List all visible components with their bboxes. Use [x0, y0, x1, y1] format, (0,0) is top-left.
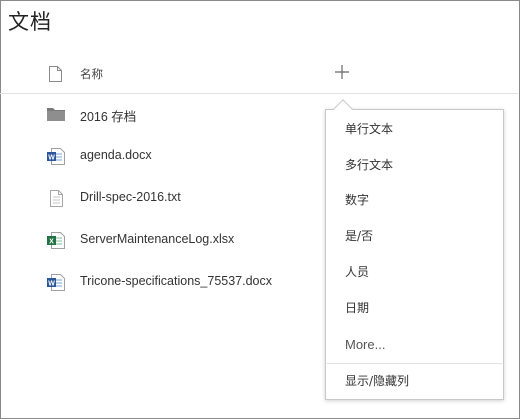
column-header-row: 名称 [0, 54, 518, 94]
menu-item-yes-no[interactable]: 是/否 [326, 221, 503, 251]
svg-text:W: W [48, 154, 55, 161]
word-doc-icon: W [47, 274, 65, 295]
file-type-icon [49, 66, 62, 86]
file-name[interactable]: Drill-spec-2016.txt [80, 190, 181, 204]
menu-item-show-hide-columns[interactable]: 显示/隐藏列 [326, 366, 503, 396]
file-row-folder[interactable]: 2016 存档 [0, 94, 320, 134]
svg-text:X: X [49, 238, 54, 245]
text-file-icon [47, 190, 65, 211]
file-name[interactable]: Tricone-specifications_75537.docx [80, 274, 272, 288]
file-name[interactable]: agenda.docx [80, 148, 152, 162]
menu-item-number[interactable]: 数字 [326, 185, 503, 215]
name-column-header[interactable]: 名称 [80, 66, 103, 82]
folder-icon [47, 106, 65, 125]
excel-doc-icon: X [47, 232, 65, 253]
file-row-drill-spec[interactable]: Drill-spec-2016.txt [0, 178, 320, 218]
page-title: 文档 [8, 10, 52, 34]
file-row-server-log[interactable]: X ServerMaintenanceLog.xlsx [0, 220, 320, 260]
file-row-tricone-spec[interactable]: W Tricone-specifications_75537.docx [0, 262, 320, 302]
menu-item-single-line-text[interactable]: 单行文本 [326, 114, 503, 144]
menu-divider [327, 363, 502, 364]
file-row-agenda[interactable]: W agenda.docx [0, 136, 320, 176]
svg-text:W: W [48, 280, 55, 287]
file-name[interactable]: ServerMaintenanceLog.xlsx [80, 232, 234, 246]
file-name[interactable]: 2016 存档 [80, 106, 136, 125]
menu-item-person[interactable]: 人员 [326, 257, 503, 287]
word-doc-icon: W [47, 148, 65, 169]
menu-item-date[interactable]: 日期 [326, 293, 503, 323]
menu-item-more[interactable]: More... [326, 330, 503, 360]
menu-item-multi-line-text[interactable]: 多行文本 [326, 150, 503, 180]
add-column-menu: 单行文本 多行文本 数字 是/否 人员 日期 More... 显示/隐藏列 [325, 109, 504, 400]
plus-icon[interactable] [334, 64, 350, 80]
